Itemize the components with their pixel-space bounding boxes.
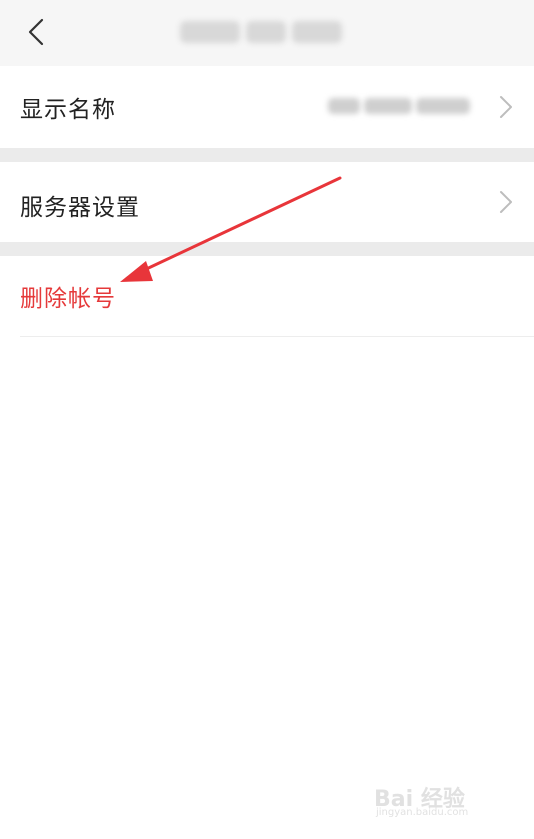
display-name-label: 显示名称 [20,97,116,123]
back-button[interactable] [18,14,54,50]
server-settings-row[interactable]: 服务器设置 [0,162,534,242]
chevron-left-icon [28,18,44,46]
baidu-watermark: Bai 经验 jingyan.baidu.com [344,781,504,821]
row-divider [20,336,534,337]
page-title-redacted [180,20,360,44]
display-name-value-redacted [328,96,478,116]
section-separator [0,242,534,256]
server-settings-label: 服务器设置 [20,195,140,221]
chevron-right-icon [500,191,512,213]
section-separator [0,148,534,162]
delete-account-button[interactable]: 删除帐号 [20,279,116,313]
chevron-right-icon [500,96,512,118]
watermark-url: jingyan.baidu.com [376,807,469,818]
top-nav-bar [0,0,534,66]
